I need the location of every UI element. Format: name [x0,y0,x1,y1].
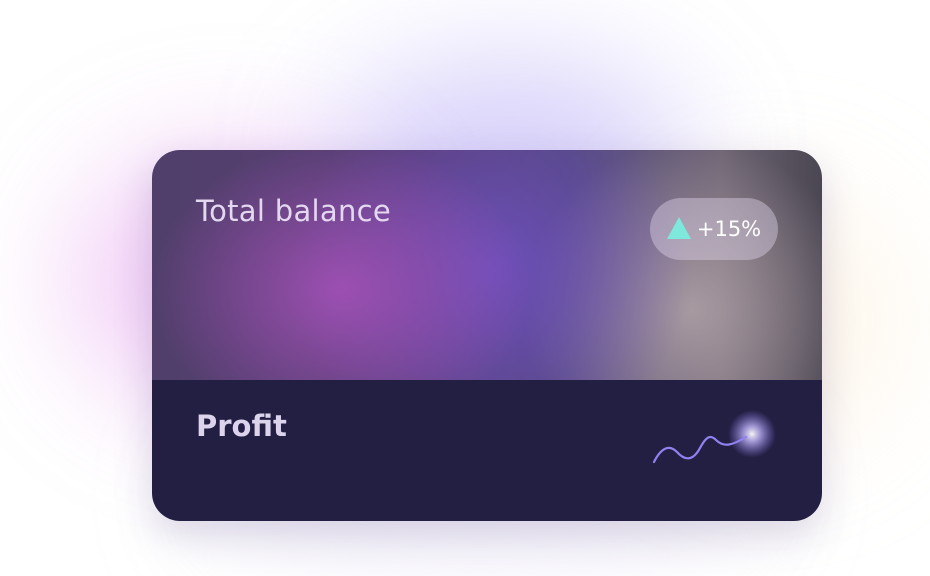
profit-label: Profit [196,409,287,443]
total-balance-label: Total balance [196,194,392,228]
change-percent: +15% [696,217,762,241]
profit-section: Profit [152,380,822,521]
balance-card[interactable]: Total balance +15% Profit [152,150,822,521]
sparkline-endpoint-glow [728,410,776,458]
profit-sparkline [652,410,776,464]
up-triangle-icon [666,217,691,239]
stage: Total balance +15% Profit [0,0,930,576]
change-badge: +15% [650,198,778,260]
balance-section: Total balance +15% [152,150,822,380]
